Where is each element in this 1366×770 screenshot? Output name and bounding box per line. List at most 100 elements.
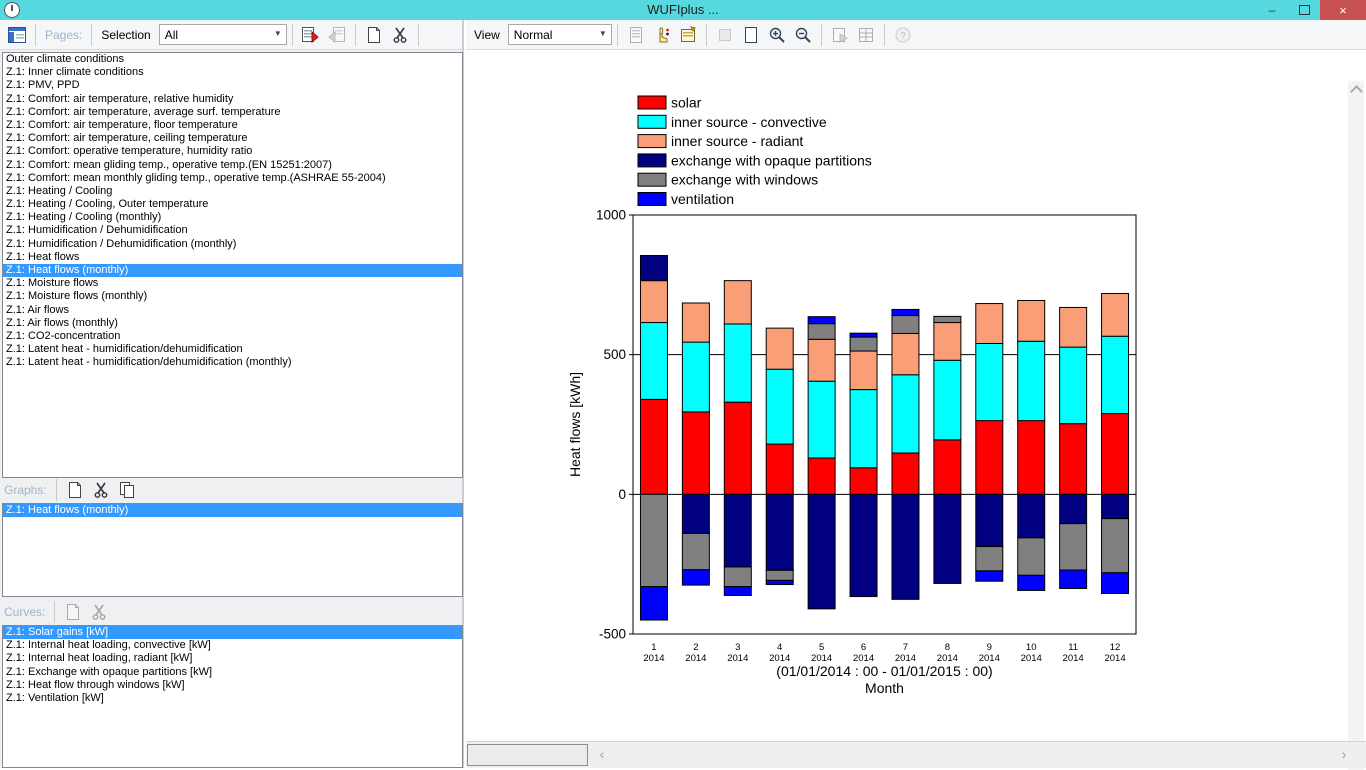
curves-list-item[interactable]: Z.1: Heat flow through windows [kW] <box>3 679 462 692</box>
bar-segment <box>892 333 919 374</box>
new-page-button[interactable] <box>362 23 386 47</box>
pages-list-item[interactable]: Z.1: Heat flows <box>3 251 462 264</box>
legend-label: solar <box>671 95 702 111</box>
export-page-icon <box>301 26 321 44</box>
bar-segment <box>1060 347 1087 424</box>
horizontal-scrollbar[interactable]: ‹ › <box>466 741 1366 768</box>
restore-button[interactable] <box>1288 0 1320 20</box>
new-graph-button[interactable] <box>63 478 87 502</box>
pages-list-item[interactable]: Z.1: CO2-concentration <box>3 330 462 343</box>
bar-segment <box>1102 293 1129 336</box>
bar-segment <box>976 304 1003 344</box>
help-button[interactable]: ? <box>891 23 915 47</box>
minimize-button[interactable]: – <box>1256 0 1288 20</box>
scrollbar-grip[interactable] <box>467 744 588 766</box>
bar-segment <box>724 402 751 494</box>
import-page-button[interactable] <box>325 23 349 47</box>
close-button[interactable]: × <box>1320 0 1366 20</box>
pages-list-item[interactable]: Z.1: Heat flows (monthly) <box>3 264 462 277</box>
export-page-button[interactable] <box>299 23 323 47</box>
pages-panel-button[interactable] <box>5 23 29 47</box>
cut-curve-button[interactable] <box>87 600 111 624</box>
selection-dropdown[interactable]: All ▼ <box>159 24 287 45</box>
x-tick-month: 5 <box>819 642 824 653</box>
bar-segment <box>682 570 709 585</box>
curves-list-item[interactable]: Z.1: Ventilation [kW] <box>3 692 462 705</box>
pages-list-item[interactable]: Z.1: Heating / Cooling <box>3 185 462 198</box>
bar-segment <box>682 494 709 533</box>
x-axis-range-label: (01/01/2014 : 00 - 01/01/2015 : 00) <box>776 663 992 679</box>
bar-segment <box>640 494 667 586</box>
pages-list-item[interactable]: Z.1: Humidification / Dehumidification <box>3 224 462 237</box>
legend-label: inner source - radiant <box>671 133 803 149</box>
new-curve-button[interactable] <box>61 600 85 624</box>
new-page-icon <box>65 603 81 621</box>
curves-list-item[interactable]: Z.1: Internal heat loading, convective [… <box>3 639 462 652</box>
pages-list-item[interactable]: Z.1: Latent heat - humidification/dehumi… <box>3 356 462 369</box>
titlebar: WUFIplus ... – × <box>0 0 1366 20</box>
pages-list-item[interactable]: Z.1: Comfort: air temperature, average s… <box>3 106 462 119</box>
full-page-button[interactable] <box>739 23 763 47</box>
zoom-out-button[interactable] <box>791 23 815 47</box>
pages-list-item[interactable]: Z.1: Comfort: air temperature, relative … <box>3 93 462 106</box>
pages-list-item[interactable]: Z.1: Moisture flows (monthly) <box>3 290 462 303</box>
bar-segment <box>808 339 835 381</box>
copy-graph-button[interactable] <box>115 478 139 502</box>
pages-list-item[interactable]: Z.1: PMV, PPD <box>3 79 462 92</box>
bar-segment <box>1102 519 1129 573</box>
bar-segment <box>892 375 919 453</box>
pages-list-item[interactable]: Z.1: Humidification / Dehumidification (… <box>3 238 462 251</box>
pages-list-item[interactable]: Z.1: Inner climate conditions <box>3 66 462 79</box>
cut-page-button[interactable] <box>388 23 412 47</box>
bar-segment <box>808 317 835 324</box>
pages-list-item[interactable]: Outer climate conditions <box>3 53 462 66</box>
x-tick-month: 4 <box>777 642 782 653</box>
properties-button[interactable] <box>676 23 700 47</box>
pages-list-item[interactable]: Z.1: Comfort: mean monthly gliding temp.… <box>3 172 462 185</box>
pages-list-item[interactable]: Z.1: Comfort: air temperature, floor tem… <box>3 119 462 132</box>
view-dropdown[interactable]: Normal ▼ <box>508 24 612 45</box>
x-tick-month: 8 <box>945 642 950 653</box>
cut-graph-button[interactable] <box>89 478 113 502</box>
bar-segment <box>976 421 1003 495</box>
zoom-in-button[interactable] <box>765 23 789 47</box>
report-view-button[interactable] <box>624 23 648 47</box>
pages-list-item[interactable]: Z.1: Heating / Cooling, Outer temperatur… <box>3 198 462 211</box>
pages-list-item[interactable]: Z.1: Comfort: mean gliding temp., operat… <box>3 159 462 172</box>
select-tool-button[interactable] <box>650 23 674 47</box>
fit-width-button[interactable] <box>713 23 737 47</box>
curves-list-item[interactable]: Z.1: Exchange with opaque partitions [kW… <box>3 666 462 679</box>
bar-segment <box>640 323 667 400</box>
graphs-label: Graphs: <box>4 483 47 497</box>
pages-list-item[interactable]: Z.1: Heating / Cooling (monthly) <box>3 211 462 224</box>
curves-list-item[interactable]: Z.1: Solar gains [kW] <box>3 626 462 639</box>
bar-segment <box>1102 336 1129 413</box>
bar-segment <box>640 587 667 621</box>
vertical-scrollbar[interactable] <box>1348 81 1364 770</box>
pages-list-item[interactable]: Z.1: Comfort: air temperature, ceiling t… <box>3 132 462 145</box>
pages-list-item[interactable]: Z.1: Latent heat - humidification/dehumi… <box>3 343 462 356</box>
x-tick-month: 9 <box>987 642 992 653</box>
legend-label: ventilation <box>671 191 734 207</box>
scroll-up-icon[interactable] <box>1350 85 1363 98</box>
new-page-icon <box>67 481 83 499</box>
restore-icon <box>1299 5 1310 15</box>
export-graph-button[interactable] <box>828 23 852 47</box>
chart-area[interactable]: solarinner source - convectiveinner sour… <box>466 50 1366 741</box>
pages-list-item[interactable]: Z.1: Air flows (monthly) <box>3 317 462 330</box>
x-tick-month: 12 <box>1110 642 1121 653</box>
pages-list-item[interactable]: Z.1: Air flows <box>3 304 462 317</box>
curves-list: Z.1: Solar gains [kW]Z.1: Internal heat … <box>2 625 463 768</box>
help-icon: ? <box>894 26 912 44</box>
graphs-list-item[interactable]: Z.1: Heat flows (monthly) <box>3 504 462 517</box>
cut-icon <box>392 26 408 44</box>
scroll-right-icon[interactable]: › <box>1336 742 1352 768</box>
curves-list-item[interactable]: Z.1: Internal heat loading, radiant [kW] <box>3 652 462 665</box>
pages-panel-icon <box>8 27 26 43</box>
pages-list-item[interactable]: Z.1: Moisture flows <box>3 277 462 290</box>
bar-segment <box>1018 300 1045 341</box>
export-data-button[interactable] <box>854 23 878 47</box>
y-tick-label: 1000 <box>596 208 626 223</box>
pages-list-item[interactable]: Z.1: Comfort: operative temperature, hum… <box>3 145 462 158</box>
scroll-left-icon[interactable]: ‹ <box>594 742 610 768</box>
